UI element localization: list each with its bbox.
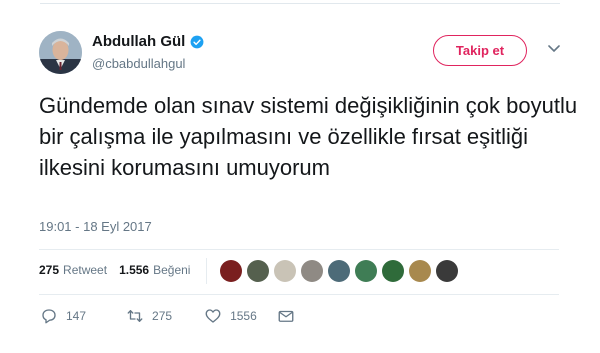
liker-avatar[interactable] <box>436 260 458 282</box>
like-stat-label: Beğeni <box>153 263 191 277</box>
direct-message-button[interactable] <box>277 307 303 325</box>
like-button[interactable]: 1556 <box>204 307 257 325</box>
verified-badge-icon <box>190 35 204 48</box>
tweet-card: Abdullah Gül @cbabdullahgul Takip et Gün… <box>0 0 600 353</box>
author-name-row: Abdullah Gül <box>92 33 204 50</box>
like-stat-count: 1.556 <box>119 263 150 277</box>
liker-avatar[interactable] <box>355 260 377 282</box>
tweet-actions: 147 275 1556 <box>40 307 303 325</box>
like-stat[interactable]: 1.556 Beğeni <box>119 263 190 277</box>
avatar[interactable] <box>39 31 82 74</box>
author-handle[interactable]: @cbabdullahgul <box>92 56 185 71</box>
stats-divider <box>206 258 207 284</box>
liker-avatar[interactable] <box>409 260 431 282</box>
retweet-icon <box>127 310 143 322</box>
reply-button[interactable]: 147 <box>40 307 86 325</box>
retweet-stat[interactable]: 275 Retweet <box>39 263 107 277</box>
direct-message-icon <box>278 310 294 322</box>
tweet-timestamp[interactable]: 19:01 - 18 Eyl 2017 <box>39 219 152 234</box>
retweet-stat-count: 275 <box>39 263 60 277</box>
reply-icon <box>42 309 56 324</box>
divider <box>39 294 559 295</box>
tweet-text: Gündemde olan sınav sistemi değişikliğin… <box>39 93 578 180</box>
retweet-button[interactable]: 275 <box>126 307 172 325</box>
reply-count: 147 <box>66 309 87 323</box>
liker-avatar[interactable] <box>220 260 242 282</box>
chevron-down-icon[interactable] <box>548 44 560 54</box>
liker-avatar[interactable] <box>247 260 269 282</box>
like-icon <box>205 309 221 323</box>
engagement-stats: 275 Retweet 1.556 Beğeni <box>39 263 190 277</box>
like-count: 1556 <box>230 309 257 323</box>
liker-avatar[interactable] <box>328 260 350 282</box>
liker-avatar[interactable] <box>382 260 404 282</box>
divider <box>39 249 559 250</box>
top-divider <box>40 3 560 4</box>
author-name[interactable]: Abdullah Gül <box>92 33 185 50</box>
follow-button[interactable]: Takip et <box>433 35 527 66</box>
retweet-count: 275 <box>152 309 173 323</box>
liker-avatar[interactable] <box>301 260 323 282</box>
liker-avatar[interactable] <box>274 260 296 282</box>
liker-avatars <box>220 260 463 282</box>
retweet-stat-label: Retweet <box>63 263 108 277</box>
